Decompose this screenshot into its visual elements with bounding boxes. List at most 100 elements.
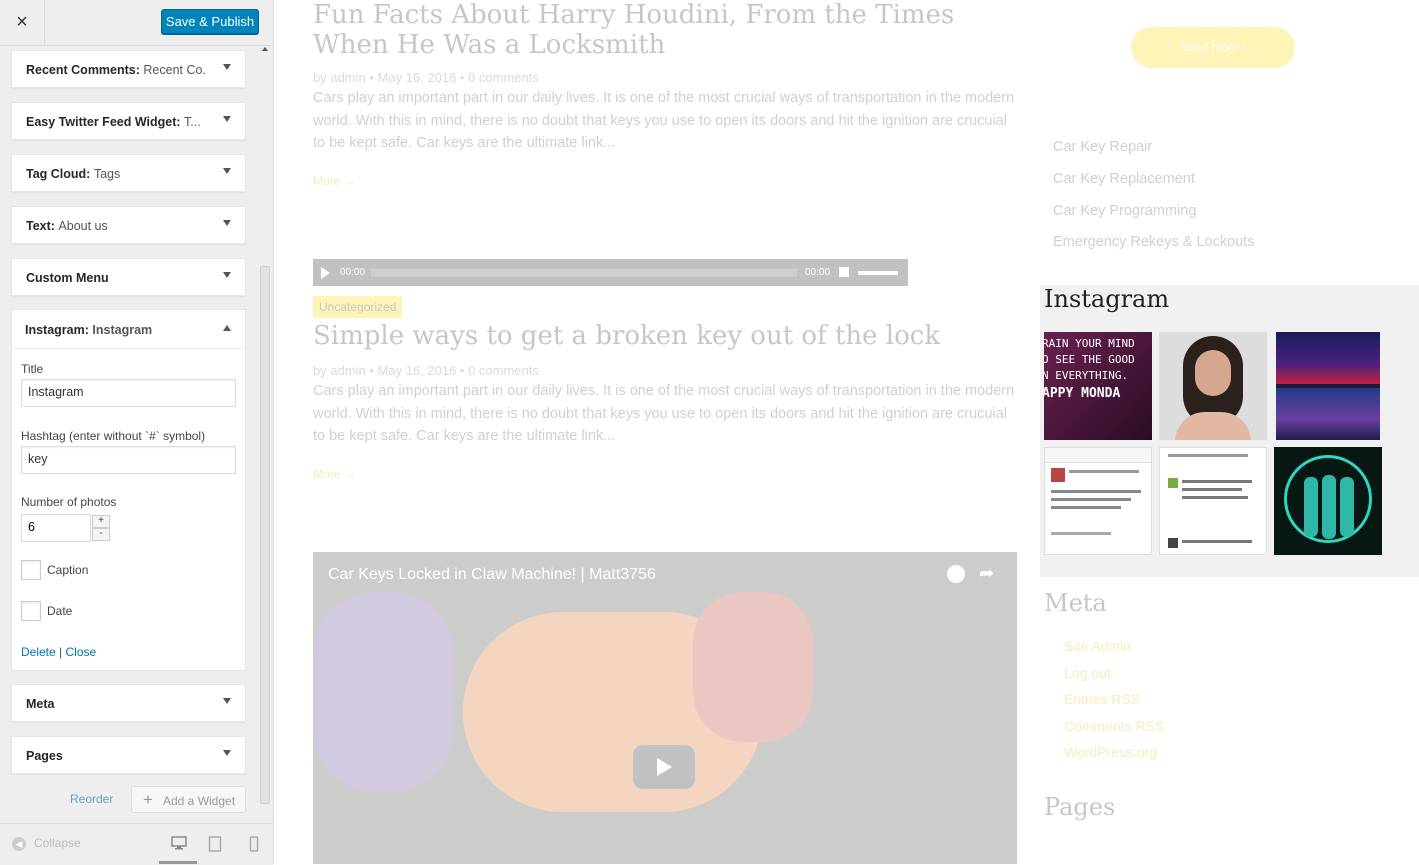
more-link[interactable]: More → <box>313 467 356 481</box>
reorder-link[interactable]: Reorder <box>70 792 113 806</box>
sidebar-link[interactable]: Car Key Programming <box>1053 203 1196 219</box>
post-excerpt: Cars play an important part in our daily… <box>313 383 1015 444</box>
meta-link[interactable]: Entries RSS <box>1064 691 1140 707</box>
photo-caption-line: APPY MONDA <box>1044 386 1121 401</box>
post-meta: by admin • May 16, 2016 • 0 comments <box>313 70 539 85</box>
widget-text[interactable]: Text: About us <box>11 206 246 244</box>
share-icon[interactable]: ➦ <box>979 563 994 584</box>
chevron-down-icon[interactable] <box>223 698 231 704</box>
video-thumbnail-shape <box>313 592 453 792</box>
chevron-down-icon[interactable] <box>223 272 231 278</box>
meta-link[interactable]: Site Admin <box>1064 638 1131 654</box>
widget-title: Tag Cloud: <box>26 167 91 181</box>
add-widget-label: Add a Widget <box>163 794 236 808</box>
widget-easy-twitter-feed[interactable]: Easy Twitter Feed Widget: T... <box>11 102 246 140</box>
photos-label: Number of photos <box>21 495 117 509</box>
photos-number-input[interactable]: 6 <box>21 514 91 542</box>
sidebar-link[interactable]: Car Key Replacement <box>1053 171 1195 187</box>
widget-title: Pages <box>26 749 63 763</box>
sidebar-link[interactable]: Car Key Repair <box>1053 139 1152 155</box>
audio-progress-bar[interactable] <box>371 269 797 277</box>
widget-instagram: Instagram: Instagram Title Instagram Has… <box>11 309 246 671</box>
tablet-preview-icon[interactable] <box>208 836 222 855</box>
instagram-photo[interactable]: RAIN YOUR MIND O SEE THE GOOD N EVERYTHI… <box>1044 332 1152 440</box>
video-play-button[interactable] <box>633 745 695 789</box>
video-embed[interactable]: Car Keys Locked in Claw Machine! | Matt3… <box>313 552 1017 864</box>
add-widget-button[interactable]: + Add a Widget <box>131 786 246 813</box>
chevron-down-icon[interactable] <box>223 64 231 70</box>
play-icon <box>657 758 672 776</box>
widget-pages[interactable]: Pages <box>11 736 246 774</box>
meta-link[interactable]: Log out <box>1064 665 1111 681</box>
scrollbar-thumb[interactable] <box>260 266 270 804</box>
audio-current-time: 00:00 <box>340 267 366 278</box>
video-thumbnail-shape <box>693 592 813 742</box>
title-input[interactable]: Instagram <box>21 379 236 407</box>
chevron-down-icon[interactable] <box>223 168 231 174</box>
close-link[interactable]: Close <box>66 645 97 659</box>
hashtag-label: Hashtag (enter without `#` symbol) <box>21 429 206 443</box>
widget-subtitle: About us <box>58 219 108 233</box>
date-label: Date <box>47 604 73 618</box>
sidebar-link[interactable]: Emergency Rekeys & Lockouts <box>1053 234 1254 250</box>
meta-widget-title: Meta <box>1044 589 1107 617</box>
meta-link[interactable]: WordPress.org <box>1064 744 1157 760</box>
play-icon[interactable] <box>321 267 330 279</box>
chevron-up-icon[interactable] <box>223 325 231 331</box>
post-title[interactable]: Simple ways to get a broken key out of t… <box>313 321 1013 351</box>
widget-subtitle: Tags <box>93 167 121 181</box>
widget-subtitle: Instagram <box>92 323 153 337</box>
widget-title: Custom Menu <box>26 271 109 285</box>
customizer-sidebar: × Save & Publish Recent Comments: Recent… <box>0 0 274 865</box>
volume-slider[interactable] <box>858 271 898 275</box>
post-title[interactable]: Fun Facts About Harry Houdini, From the … <box>313 0 1013 60</box>
audio-player[interactable]: 00:00 00:00 <box>313 259 908 286</box>
mobile-preview-icon[interactable] <box>249 836 259 855</box>
widget-title: Meta <box>26 697 55 711</box>
meta-link[interactable]: Comments RSS <box>1064 718 1164 734</box>
chevron-down-icon[interactable] <box>223 750 231 756</box>
date-checkbox[interactable] <box>21 601 41 621</box>
watch-later-icon[interactable] <box>947 565 965 583</box>
widget-title: Easy Twitter Feed Widget: <box>26 115 181 129</box>
decrement-button[interactable]: - <box>92 528 110 541</box>
instagram-photo[interactable] <box>1159 332 1267 440</box>
desktop-preview-icon[interactable] <box>171 836 187 853</box>
widget-title: Text: <box>26 219 55 233</box>
widget-tag-cloud[interactable]: Tag Cloud: Tags <box>11 154 246 192</box>
instagram-photo[interactable] <box>1276 332 1380 440</box>
volume-icon[interactable] <box>839 267 849 277</box>
widget-custom-menu[interactable]: Custom Menu <box>11 258 246 296</box>
chevron-down-icon[interactable] <box>223 220 231 226</box>
post-meta: by admin • May 16, 2016 • 0 comments <box>313 363 539 378</box>
chevron-down-icon[interactable] <box>223 116 231 122</box>
save-publish-button[interactable]: Save & Publish <box>161 9 259 34</box>
instagram-widget-preview: Instagram RAIN YOUR MIND O SEE THE GOOD … <box>1040 285 1419 577</box>
read-more-button[interactable]: Read more › <box>1131 27 1295 68</box>
site-preview: Fun Facts About Harry Houdini, From the … <box>274 0 1419 864</box>
widget-title: Recent Comments: <box>26 63 140 77</box>
instagram-photo[interactable] <box>1159 447 1267 555</box>
customizer-header: × Save & Publish <box>0 0 273 46</box>
audio-duration: 00:00 <box>805 267 831 278</box>
close-icon[interactable]: × <box>0 0 45 45</box>
widget-instagram-header[interactable]: Instagram: Instagram <box>12 310 245 349</box>
instagram-photo[interactable] <box>1044 447 1152 555</box>
widget-recent-comments[interactable]: Recent Comments: Recent Co... <box>11 50 246 88</box>
caption-checkbox[interactable] <box>21 560 41 580</box>
hashtag-input[interactable]: key <box>21 446 236 474</box>
photo-caption-line: N EVERYTHING. <box>1044 369 1129 382</box>
category-badge[interactable]: Uncategorized <box>313 296 403 318</box>
photo-caption-line: O SEE THE GOOD <box>1044 353 1135 366</box>
increment-button[interactable]: + <box>92 515 110 528</box>
widget-meta[interactable]: Meta <box>11 684 246 722</box>
instagram-widget-title: Instagram <box>1044 285 1170 313</box>
scroll-up-icon[interactable] <box>262 47 268 51</box>
collapse-button[interactable]: ◀ Collapse <box>12 836 81 851</box>
collapse-label: Collapse <box>34 836 81 850</box>
delete-link[interactable]: Delete <box>21 645 56 659</box>
video-title[interactable]: Car Keys Locked in Claw Machine! | Matt3… <box>328 566 656 584</box>
instagram-photo[interactable] <box>1274 447 1382 555</box>
plus-icon: + <box>143 790 153 809</box>
more-link[interactable]: More → <box>313 174 356 188</box>
